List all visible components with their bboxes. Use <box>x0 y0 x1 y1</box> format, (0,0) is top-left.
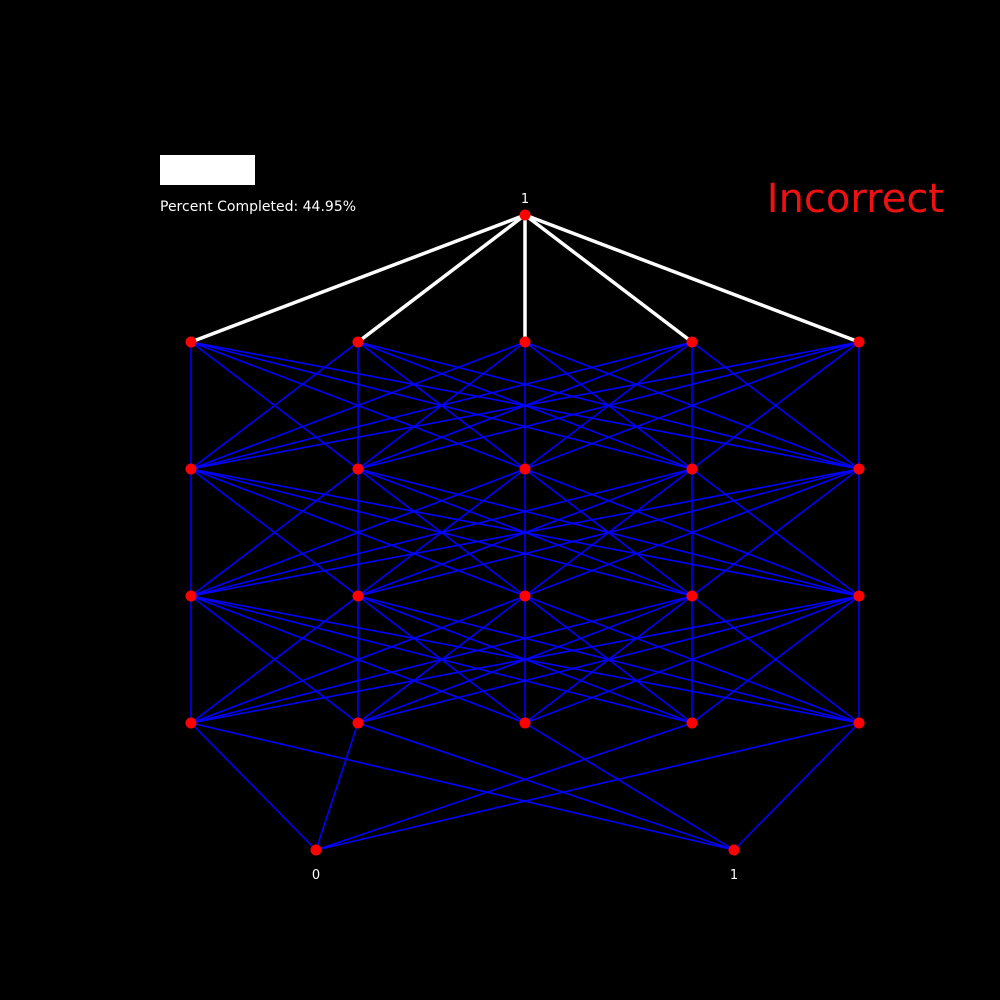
graph-node-top[interactable] <box>519 209 531 221</box>
graph-edge <box>190 722 735 851</box>
graph-edge <box>190 722 317 851</box>
graph-node[interactable] <box>853 717 865 729</box>
graph-node[interactable] <box>686 463 698 475</box>
graph-node[interactable] <box>185 463 197 475</box>
bottom-node-label: 0 <box>312 868 320 883</box>
top-node-label: 1 <box>521 192 529 207</box>
graph-canvas: 1 0 1 <box>185 192 865 883</box>
graph-node[interactable] <box>352 590 364 602</box>
graph-node[interactable] <box>686 336 698 348</box>
graph-node[interactable] <box>686 590 698 602</box>
graph-edge <box>524 722 735 851</box>
graph-node-bottom[interactable] <box>728 844 740 856</box>
graph-node[interactable] <box>853 590 865 602</box>
graph-node[interactable] <box>519 336 531 348</box>
path-edge <box>524 213 860 344</box>
graph-node[interactable] <box>352 336 364 348</box>
graph-node[interactable] <box>686 717 698 729</box>
graph-node[interactable] <box>853 336 865 348</box>
graph-edge <box>315 722 860 851</box>
graph-node[interactable] <box>519 463 531 475</box>
bottom-node-label: 1 <box>730 868 738 883</box>
graph-node[interactable] <box>853 463 865 475</box>
graph-node[interactable] <box>352 463 364 475</box>
graph-edge <box>357 722 735 851</box>
graph-node[interactable] <box>185 590 197 602</box>
graph-node[interactable] <box>519 717 531 729</box>
graph-edge <box>733 722 860 851</box>
graph-node[interactable] <box>519 590 531 602</box>
graph-edge <box>315 722 359 851</box>
highlighted-path-edges <box>190 213 860 344</box>
path-edge <box>356 213 527 344</box>
graph-node-bottom[interactable] <box>310 844 322 856</box>
graph-node[interactable] <box>185 717 197 729</box>
path-edge <box>523 213 694 344</box>
graph-node[interactable] <box>185 336 197 348</box>
graph-node[interactable] <box>352 717 364 729</box>
graph-edge <box>315 722 693 851</box>
path-edge <box>190 213 526 344</box>
